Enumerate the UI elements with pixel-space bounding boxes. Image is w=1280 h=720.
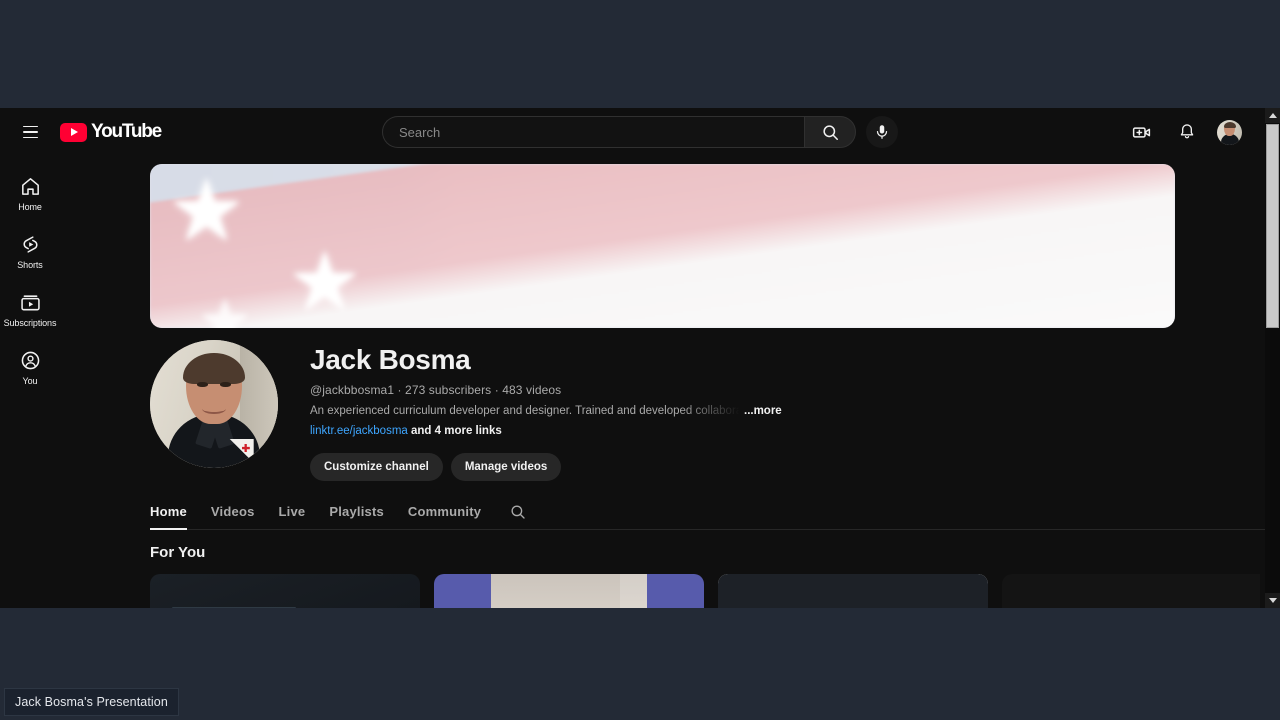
thumb-detail bbox=[718, 574, 988, 608]
sidebar-item-shorts[interactable]: Shorts bbox=[0, 222, 60, 280]
sidebar-item-home[interactable]: Home bbox=[0, 164, 60, 222]
create-video-button[interactable] bbox=[1125, 116, 1157, 148]
shorts-icon bbox=[22, 235, 38, 253]
more-button[interactable]: ...more bbox=[744, 405, 782, 417]
video-thumbnail[interactable] bbox=[150, 574, 420, 608]
sidebar-item-you-label: You bbox=[22, 375, 38, 386]
channel-tabs: Home Videos Live Playlists Community bbox=[150, 494, 1266, 530]
channel-metadata: Jack Bosma @jackbbosma1 · 273 subscriber… bbox=[310, 340, 782, 482]
tab-videos[interactable]: Videos bbox=[211, 494, 255, 530]
search-input-wrapper[interactable] bbox=[382, 116, 804, 148]
scroll-down-button[interactable] bbox=[1265, 593, 1280, 608]
sidebar-item-subscriptions[interactable]: Subscriptions bbox=[0, 280, 60, 338]
microphone-icon bbox=[876, 125, 888, 139]
channel-page: ★ ★ ★ Jack Bosma @jackbbosma1 · 273 subs… bbox=[60, 156, 1266, 608]
sidebar-item-subscriptions-label: Subscriptions bbox=[3, 317, 57, 328]
chevron-down-icon bbox=[1268, 598, 1277, 603]
sidebar-item-you[interactable]: You bbox=[0, 338, 60, 396]
masthead-right bbox=[1080, 116, 1280, 148]
video-thumbnail[interactable]: YouTube bbox=[1002, 574, 1260, 608]
sidebar-item-home-label: Home bbox=[18, 201, 42, 212]
channel-stats: @jackbbosma1 · 273 subscribers · 483 vid… bbox=[310, 383, 562, 398]
sidebar-item-shorts-label: Shorts bbox=[17, 259, 43, 270]
you-icon bbox=[21, 351, 39, 369]
browser-viewport: YouTube Search Home Shorts Subscriptions… bbox=[0, 108, 1280, 608]
channel-name: Jack Bosma bbox=[310, 344, 471, 375]
thumb-detail bbox=[620, 574, 648, 608]
star-icon: ★ bbox=[168, 164, 246, 259]
voice-search-button[interactable] bbox=[866, 116, 898, 148]
channel-description: An experienced curriculum developer and … bbox=[310, 405, 740, 418]
avatar-eye-left bbox=[197, 382, 208, 387]
youtube-play-icon bbox=[60, 122, 87, 142]
search-icon bbox=[511, 504, 525, 519]
search-submit-button[interactable] bbox=[804, 116, 856, 148]
account-avatar[interactable] bbox=[1217, 119, 1242, 145]
home-icon bbox=[21, 177, 39, 195]
subscriptions-icon bbox=[20, 294, 40, 310]
guide-menu-icon[interactable] bbox=[16, 118, 44, 146]
youtube-masthead: YouTube bbox=[0, 108, 1280, 156]
channel-search-button[interactable] bbox=[509, 494, 527, 530]
star-icon: ★ bbox=[198, 288, 252, 329]
search-icon bbox=[822, 124, 838, 140]
channel-more-links[interactable]: and 4 more links bbox=[411, 425, 502, 437]
tab-home[interactable]: Home bbox=[150, 494, 187, 530]
star-icon: ★ bbox=[288, 237, 362, 328]
bell-icon bbox=[1180, 124, 1194, 139]
tab-community[interactable]: Community bbox=[408, 494, 481, 530]
chevron-up-icon bbox=[1268, 113, 1277, 118]
masthead-center bbox=[200, 116, 1080, 148]
channel-description-row: An experienced curriculum developer and … bbox=[310, 405, 782, 417]
search-input[interactable] bbox=[399, 124, 804, 140]
channel-action-buttons: Customize channel Manage videos bbox=[310, 453, 782, 482]
channel-header: Jack Bosma @jackbbosma1 · 273 subscriber… bbox=[150, 340, 1175, 482]
masthead-left: YouTube bbox=[0, 118, 200, 146]
video-shelf: Udemy YouTube bbox=[150, 574, 1260, 608]
desktop-background: YouTube Search Home Shorts Subscriptions… bbox=[0, 0, 1280, 720]
shelf-title: For You bbox=[150, 544, 206, 561]
create-video-icon bbox=[1132, 126, 1150, 138]
notifications-button[interactable] bbox=[1171, 116, 1203, 148]
presentation-caption: Jack Bosma's Presentation bbox=[4, 688, 179, 716]
video-thumbnail[interactable]: Udemy bbox=[718, 574, 988, 608]
thumb-detail bbox=[171, 607, 296, 608]
search-bar bbox=[382, 116, 856, 148]
avatar-eye-right bbox=[220, 382, 231, 387]
channel-banner[interactable]: ★ ★ ★ bbox=[150, 164, 1175, 328]
browser-scrollbar[interactable] bbox=[1265, 108, 1280, 608]
mini-guide-sidebar: Home Shorts Subscriptions You bbox=[0, 156, 60, 608]
channel-primary-link[interactable]: linktr.ee/jackbosma bbox=[310, 425, 408, 437]
channel-links-row: linktr.ee/jackbosma and 4 more links bbox=[310, 425, 782, 437]
customize-channel-button[interactable]: Customize channel bbox=[310, 453, 443, 482]
video-thumbnail[interactable] bbox=[434, 574, 704, 608]
scrollbar-thumb[interactable] bbox=[1266, 124, 1279, 328]
scroll-up-button[interactable] bbox=[1265, 108, 1280, 123]
tab-playlists[interactable]: Playlists bbox=[329, 494, 384, 530]
youtube-logo[interactable]: YouTube bbox=[60, 121, 162, 143]
channel-avatar[interactable] bbox=[150, 340, 278, 468]
avatar-hair bbox=[1223, 122, 1236, 128]
youtube-logo-text: YouTube bbox=[91, 121, 162, 142]
tab-live[interactable]: Live bbox=[279, 494, 306, 530]
manage-videos-button[interactable]: Manage videos bbox=[450, 453, 562, 482]
